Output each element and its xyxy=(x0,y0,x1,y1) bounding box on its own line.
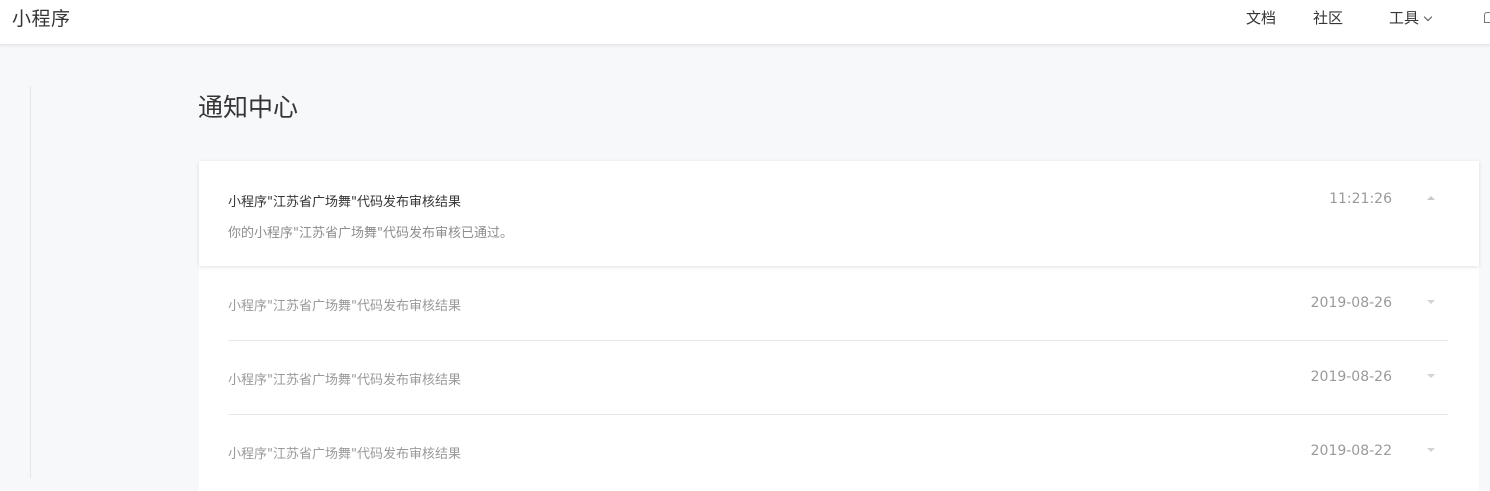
nav-tools-label: 工具 xyxy=(1389,9,1420,27)
notification-time: 11:21:26 xyxy=(1329,191,1392,207)
top-navigation-bar: 小程序 文档 社区 工具 xyxy=(0,0,1490,45)
chevron-down-icon xyxy=(1423,12,1433,22)
notification-list: 小程序"江苏省广场舞"代码发布审核结果 你的小程序"江苏省广场舞"代码发布审核已… xyxy=(199,161,1479,491)
notification-item[interactable]: 小程序"江苏省广场舞"代码发布审核结果 2019-08-22 xyxy=(199,414,1479,488)
notification-time: 2019-08-22 xyxy=(1310,443,1392,459)
notification-time: 2019-08-26 xyxy=(1310,295,1392,311)
notification-title: 小程序"江苏省广场舞"代码发布审核结果 xyxy=(228,195,461,210)
expand-arrow-icon[interactable] xyxy=(1427,448,1435,452)
user-icon[interactable] xyxy=(1484,12,1490,23)
notification-item[interactable]: 小程序"江苏省广场舞"代码发布审核结果 2019-08-26 xyxy=(199,340,1479,414)
collapse-arrow-icon[interactable] xyxy=(1427,196,1435,200)
expand-arrow-icon[interactable] xyxy=(1427,300,1435,304)
nav-docs-link[interactable]: 文档 xyxy=(1246,7,1276,28)
nav-community-link[interactable]: 社区 xyxy=(1313,7,1343,28)
sidebar-divider xyxy=(30,86,31,478)
notification-body: 你的小程序"江苏省广场舞"代码发布审核已通过。 xyxy=(228,226,513,241)
notification-title: 小程序"江苏省广场舞"代码发布审核结果 xyxy=(228,447,461,462)
notification-item-expanded[interactable]: 小程序"江苏省广场舞"代码发布审核结果 你的小程序"江苏省广场舞"代码发布审核已… xyxy=(199,161,1479,266)
notification-title: 小程序"江苏省广场舞"代码发布审核结果 xyxy=(228,299,461,314)
brand-logo-text[interactable]: 小程序 xyxy=(12,4,71,31)
notification-title: 小程序"江苏省广场舞"代码发布审核结果 xyxy=(228,373,461,388)
notification-item[interactable]: 小程序"江苏省广场舞"代码发布审核结果 2019-08-26 xyxy=(199,266,1479,340)
expand-arrow-icon[interactable] xyxy=(1427,374,1435,378)
nav-tools-menu[interactable]: 工具 xyxy=(1389,7,1433,28)
page-title: 通知中心 xyxy=(198,93,299,122)
notification-time: 2019-08-26 xyxy=(1310,369,1392,385)
